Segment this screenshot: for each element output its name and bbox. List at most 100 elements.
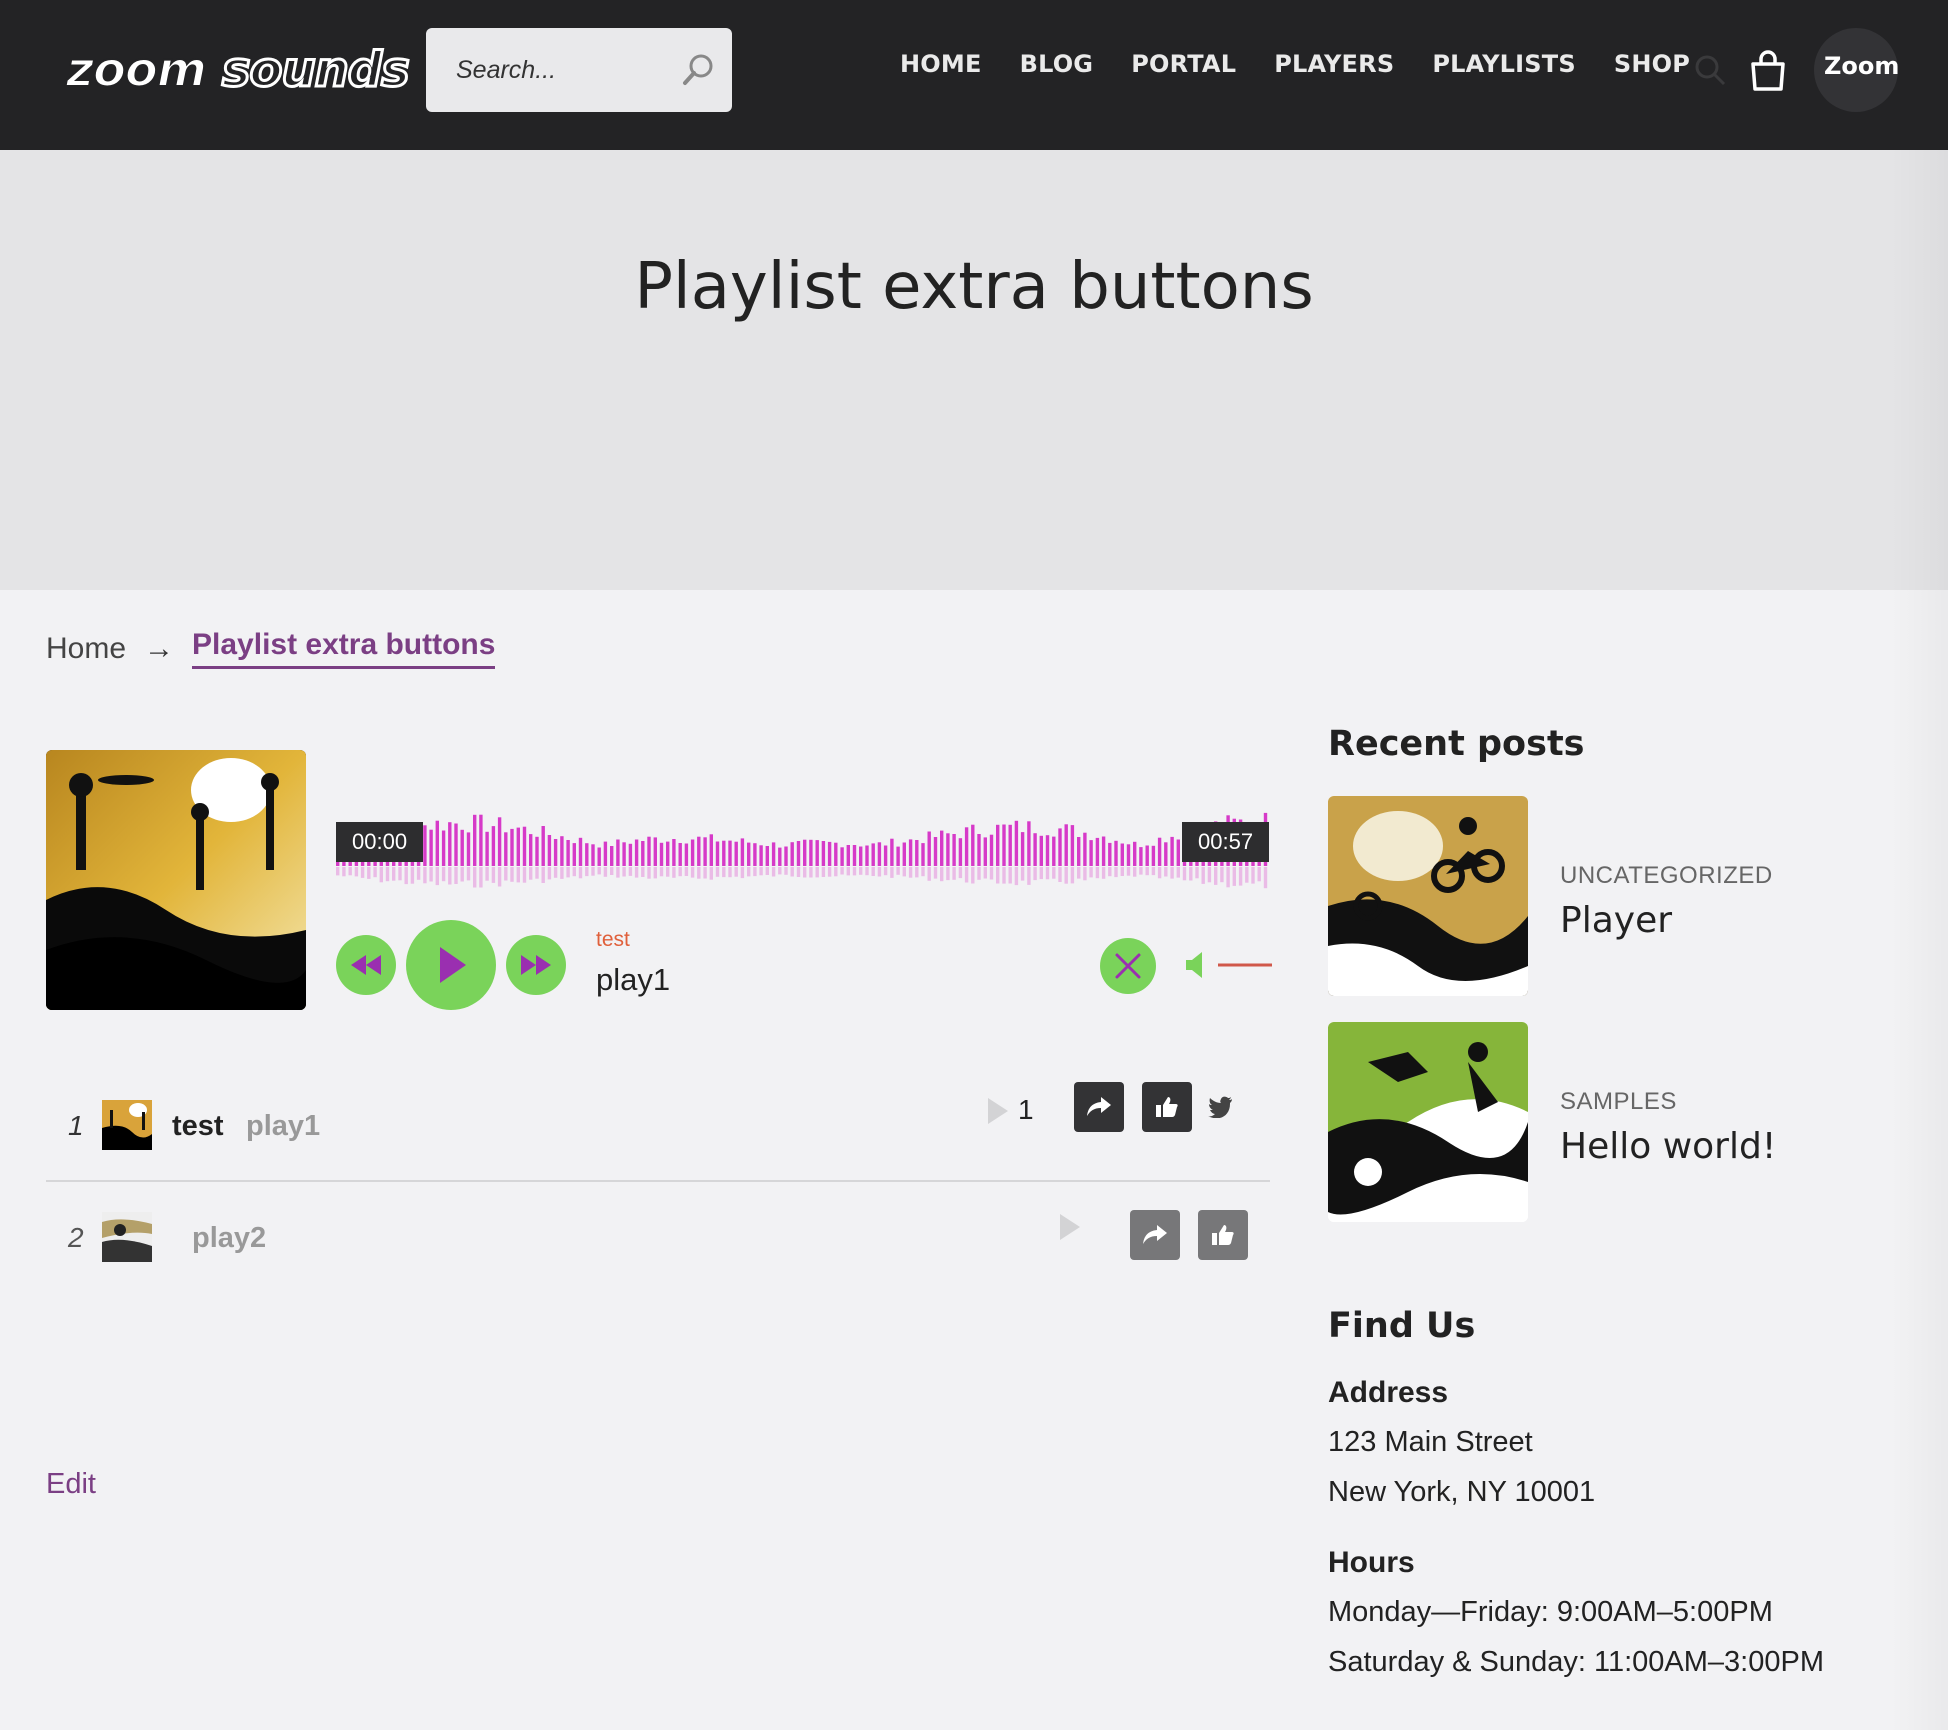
playlist-row[interactable]: 2 play2 bbox=[46, 1184, 1270, 1294]
post-thumbnail[interactable] bbox=[1328, 796, 1528, 996]
nav-blog[interactable]: BLOG bbox=[1020, 50, 1094, 90]
post-title[interactable]: Player bbox=[1560, 900, 1672, 941]
search-input[interactable] bbox=[426, 28, 676, 112]
waveform-bar bbox=[466, 832, 471, 866]
waveform-bar bbox=[1101, 836, 1106, 866]
post-category[interactable]: SAMPLES bbox=[1560, 1088, 1677, 1116]
waveform-reflection bbox=[1014, 867, 1019, 886]
waveform-bar bbox=[659, 842, 664, 866]
waveform-bar bbox=[1064, 824, 1068, 866]
waveform-bar bbox=[572, 843, 576, 866]
waveform-bar bbox=[1083, 832, 1087, 866]
waveform-bar bbox=[553, 839, 558, 866]
waveform-reflection bbox=[1189, 867, 1193, 881]
waveform-reflection bbox=[1089, 867, 1093, 878]
user-avatar[interactable]: Zoom bbox=[1814, 28, 1898, 112]
site-logo[interactable]: zoom sounds bbox=[65, 41, 411, 100]
twitter-icon[interactable] bbox=[1208, 1096, 1232, 1118]
waveform-bar bbox=[809, 839, 813, 866]
breadcrumb-home-link[interactable]: Home bbox=[46, 632, 126, 666]
waveform-bar bbox=[765, 846, 769, 866]
search-box bbox=[426, 28, 732, 112]
address-heading: Address bbox=[1328, 1376, 1449, 1409]
close-icon bbox=[1115, 953, 1141, 979]
waveform-bar bbox=[1027, 821, 1031, 866]
shopping-bag-icon[interactable] bbox=[1748, 48, 1788, 92]
waveform-bar bbox=[827, 841, 832, 866]
waveform-reflection bbox=[840, 867, 844, 875]
waveform-reflection bbox=[566, 867, 570, 878]
waveform-bar bbox=[933, 837, 938, 866]
waveform-reflection bbox=[1027, 867, 1031, 885]
waveform-bar bbox=[1058, 828, 1062, 866]
waveform-reflection bbox=[1133, 867, 1137, 877]
volume-control[interactable] bbox=[1186, 950, 1272, 980]
waveform-bar bbox=[1170, 836, 1174, 866]
player-cover-art bbox=[46, 750, 306, 1010]
nav-home[interactable]: HOME bbox=[900, 50, 982, 90]
waveform-reflection bbox=[1176, 867, 1180, 878]
waveform-bar bbox=[1008, 824, 1012, 866]
play-count: 1 bbox=[1018, 1094, 1034, 1125]
nav-portal[interactable]: PORTAL bbox=[1131, 50, 1236, 90]
like-button[interactable] bbox=[1198, 1210, 1248, 1260]
nav-shop[interactable]: SHOP bbox=[1614, 50, 1690, 90]
header-search-icon[interactable] bbox=[1692, 52, 1728, 88]
waveform-reflection bbox=[796, 867, 801, 877]
waveform-bar bbox=[1045, 835, 1050, 866]
waveform-reflection bbox=[952, 867, 956, 880]
waveform-bar bbox=[473, 814, 477, 866]
share-button[interactable] bbox=[1130, 1210, 1180, 1260]
waveform-reflection bbox=[641, 867, 645, 877]
waveform-reflection bbox=[553, 867, 558, 878]
breadcrumb-current[interactable]: Playlist extra buttons bbox=[192, 628, 496, 669]
waveform-reflection bbox=[715, 867, 720, 877]
nav-players[interactable]: PLAYERS bbox=[1274, 50, 1394, 90]
nav-playlists[interactable]: PLAYLISTS bbox=[1432, 50, 1576, 90]
site-header: zoom sounds HOME BLOG PORTAL PLAYERS PLA… bbox=[0, 0, 1948, 150]
edit-link[interactable]: Edit bbox=[46, 1468, 96, 1501]
post-title[interactable]: Hello world! bbox=[1560, 1126, 1776, 1167]
waveform-reflection bbox=[547, 867, 552, 880]
post-thumbnail[interactable] bbox=[1328, 1022, 1528, 1222]
waveform-reflection bbox=[678, 867, 682, 877]
waveform-reflection bbox=[529, 867, 533, 880]
waveform-bar bbox=[1133, 841, 1137, 866]
main-nav: HOME BLOG PORTAL PLAYERS PLAYLISTS SHOP bbox=[900, 50, 1728, 90]
waveform-bar bbox=[971, 824, 975, 866]
waveform-reflection bbox=[510, 867, 514, 882]
waveform-bar bbox=[778, 847, 782, 866]
waveform-reflection bbox=[373, 867, 377, 878]
waveform-reflection bbox=[404, 867, 408, 885]
previous-button[interactable] bbox=[336, 935, 396, 995]
waveform-bar bbox=[666, 841, 670, 866]
waveform-bar bbox=[522, 826, 527, 866]
waveform-bar bbox=[435, 820, 439, 866]
waveform-reflection bbox=[1077, 867, 1081, 879]
waveform-reflection bbox=[877, 867, 882, 877]
waveform-bar bbox=[622, 842, 626, 866]
waveform-bar bbox=[510, 828, 514, 866]
like-button[interactable] bbox=[1142, 1082, 1192, 1132]
waveform-reflection bbox=[348, 867, 352, 876]
waveform-bar bbox=[610, 846, 614, 866]
player-waveform[interactable] bbox=[336, 780, 1270, 890]
waveform-reflection bbox=[1002, 867, 1006, 884]
waveform-reflection bbox=[834, 867, 838, 877]
post-category[interactable]: UNCATEGORIZED bbox=[1560, 862, 1773, 890]
playlist-row[interactable]: 1 test play1 1 bbox=[46, 1072, 1270, 1182]
waveform-reflection bbox=[1245, 867, 1249, 883]
play-icon bbox=[440, 947, 466, 983]
search-icon[interactable] bbox=[678, 50, 718, 90]
close-player-button[interactable] bbox=[1100, 938, 1156, 994]
waveform-reflection bbox=[572, 867, 576, 877]
share-button[interactable] bbox=[1074, 1082, 1124, 1132]
play-button[interactable] bbox=[406, 920, 496, 1010]
waveform-reflection bbox=[996, 867, 1000, 884]
waveform-bar bbox=[429, 829, 433, 866]
rewind-icon bbox=[351, 955, 381, 975]
waveform-bar bbox=[1145, 845, 1149, 866]
waveform-bar bbox=[977, 834, 981, 866]
next-button[interactable] bbox=[506, 935, 566, 995]
waveform-bar bbox=[989, 834, 994, 866]
